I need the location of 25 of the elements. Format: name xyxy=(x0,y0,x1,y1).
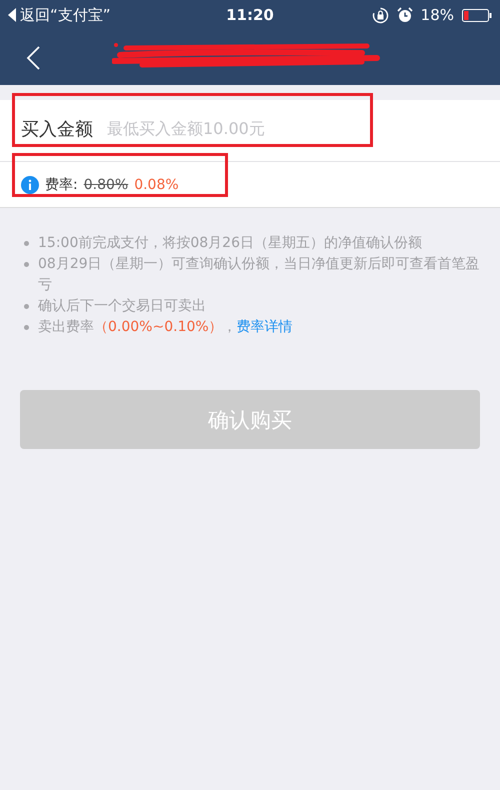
bullet-dot xyxy=(24,262,29,267)
note-text: 15:00前完成支付，将按08月26日（星期五）的净值确认份额 xyxy=(38,234,422,253)
discount-rate: 0.08% xyxy=(134,176,179,192)
bullet-dot xyxy=(24,304,29,309)
alarm-clock-icon xyxy=(396,7,413,23)
back-triangle-icon xyxy=(8,8,17,22)
note-text: 08月29日（星期一）可查询确认份额，当日净值更新后即可查看首笔盈亏 xyxy=(38,255,480,295)
info-icon xyxy=(21,176,39,194)
note-text: 确认后下一个交易日可卖出 xyxy=(38,297,206,316)
fee-label: 费率: xyxy=(45,176,78,194)
battery-percentage: 18% xyxy=(420,6,454,24)
fee-details-link[interactable]: 费率详情 xyxy=(236,319,293,335)
battery-icon xyxy=(462,8,492,22)
amount-input-field[interactable]: 最低买入金额10.00元 xyxy=(107,117,357,140)
back-to-app-link[interactable]: 返回“支付宝” xyxy=(20,6,111,24)
original-rate: 0.80% xyxy=(84,176,128,192)
sell-fee-range: （0.00%~0.10%） xyxy=(94,319,223,335)
field-label: 买入金额 xyxy=(21,118,93,141)
bullet-dot xyxy=(24,325,29,330)
separator-comma: ， xyxy=(222,319,237,335)
bullet-dot xyxy=(24,241,29,246)
back-chevron-icon[interactable] xyxy=(26,46,40,70)
note-text: 卖出费率 xyxy=(38,319,94,335)
rotation-lock-icon xyxy=(372,6,389,24)
clock-time: 11:20 xyxy=(226,6,274,24)
